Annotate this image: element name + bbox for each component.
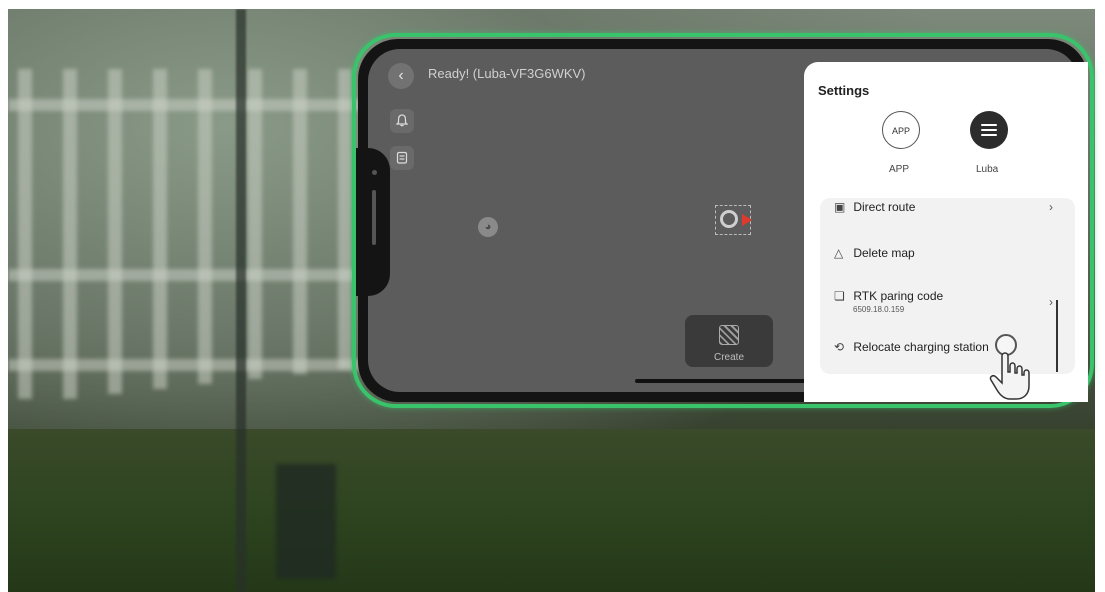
garden-box bbox=[276, 464, 336, 579]
settings-item-rtk-code[interactable]: ❏ RTK paring code bbox=[834, 289, 943, 303]
task-list-button[interactable] bbox=[390, 146, 414, 170]
trash-icon: △ bbox=[834, 246, 844, 260]
chevron-left-icon: ‹ bbox=[398, 67, 404, 84]
device-status-title: Ready! (Luba-VF3G6WKV) bbox=[428, 66, 586, 81]
luba-option-label: Luba bbox=[976, 164, 999, 175]
home-indicator[interactable] bbox=[635, 379, 825, 383]
charging-station-marker[interactable]: ◕ bbox=[478, 217, 498, 237]
app-option-label: APP bbox=[889, 164, 910, 175]
delete-map-label: Delete map bbox=[853, 246, 915, 260]
right-band bbox=[1095, 0, 1105, 592]
speaker-bar bbox=[372, 190, 376, 245]
notifications-button[interactable] bbox=[390, 109, 414, 133]
settings-item-relocate-station[interactable]: ⟲ Relocate charging station bbox=[834, 340, 989, 354]
camera-dot bbox=[372, 170, 377, 175]
mower-marker[interactable] bbox=[715, 205, 752, 235]
luba-settings-button[interactable] bbox=[970, 111, 1008, 149]
copy-icon: ❏ bbox=[834, 289, 845, 303]
clipboard-icon bbox=[396, 151, 408, 164]
create-area-icon bbox=[719, 325, 739, 345]
station-icon: ◕ bbox=[484, 221, 492, 233]
mower-icon bbox=[720, 210, 738, 228]
hand-pointer-icon bbox=[989, 352, 1030, 400]
create-map-button[interactable]: Create bbox=[685, 315, 773, 367]
app-circle-text: APP bbox=[891, 126, 910, 136]
lawn bbox=[8, 429, 1095, 592]
back-button[interactable]: ‹ bbox=[388, 63, 414, 89]
rtk-code-value: 6509.18.0.159 bbox=[853, 305, 905, 314]
sliders-icon bbox=[981, 124, 997, 136]
route-icon: ▣ bbox=[834, 200, 846, 214]
scrollbar[interactable] bbox=[1056, 300, 1058, 372]
rtk-code-label: RTK paring code bbox=[853, 289, 944, 303]
create-label: Create bbox=[713, 352, 744, 363]
relocate-station-label: Relocate charging station bbox=[853, 340, 989, 354]
app-settings-button[interactable]: APP bbox=[882, 111, 920, 149]
top-band bbox=[0, 0, 1105, 9]
left-band bbox=[0, 0, 8, 592]
settings-title: Settings bbox=[818, 83, 870, 98]
direct-route-label: Direct route bbox=[853, 200, 916, 214]
heading-arrow-icon bbox=[742, 214, 752, 226]
chevron-right-icon: › bbox=[1049, 295, 1053, 309]
settings-item-delete-map[interactable]: △ Delete map bbox=[834, 246, 915, 260]
settings-item-direct-route[interactable]: ▣ Direct route bbox=[834, 200, 915, 214]
refresh-icon: ⟲ bbox=[834, 340, 845, 354]
chevron-right-icon: › bbox=[1049, 200, 1053, 214]
bell-icon bbox=[395, 114, 409, 127]
pole bbox=[236, 9, 246, 592]
